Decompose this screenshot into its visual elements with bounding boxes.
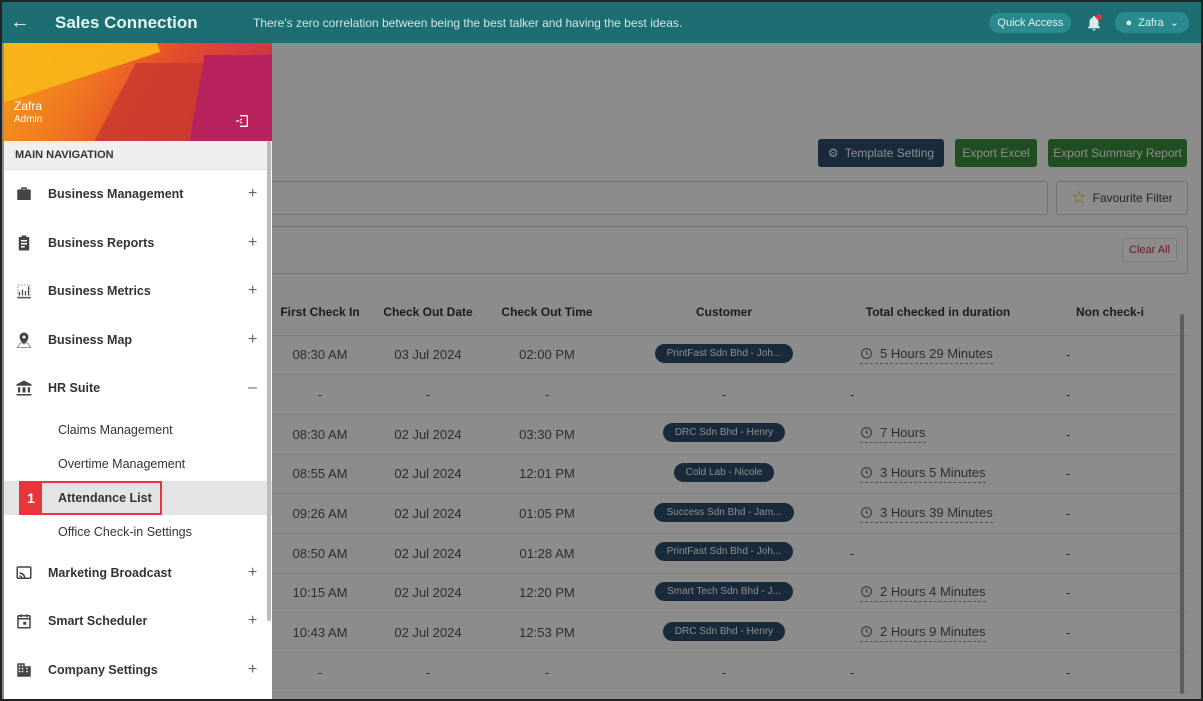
sidebar-item-label: Marketing Broadcast [48,565,172,580]
clipboard-icon [15,234,33,252]
profile-banner: Zafra Admin [4,43,272,141]
app-title: Sales Connection [55,12,198,32]
expand-icon[interactable]: + [248,185,257,203]
sidebar-item-hr-suite[interactable]: HR Suite – [4,364,272,413]
nav-section-header: MAIN NAVIGATION [4,141,272,170]
quick-access-button[interactable]: Quick Access [989,12,1072,33]
profile-name: Zafra [14,99,43,113]
user-menu-button[interactable]: ● Zafra ⌄ [1115,12,1189,33]
sidebar-item-label: Smart Scheduler [48,614,148,629]
profile-role: Admin [14,114,43,125]
briefcase-icon [15,185,33,203]
quote-text: There's zero correlation between being t… [253,15,683,30]
collapse-icon[interactable]: – [248,379,257,397]
expand-icon[interactable]: + [248,612,257,630]
sidebar-item-label: Business Map [48,332,133,347]
bank-icon [15,379,33,397]
sidebar-subitem-claims-management[interactable]: Claims Management [4,413,272,447]
expand-icon[interactable]: + [248,331,257,349]
map-pin-icon [15,331,33,349]
expand-icon[interactable]: + [248,661,257,679]
sidebar-item-business-map[interactable]: Business Map + [4,316,272,365]
notification-bell-icon[interactable] [1085,13,1103,32]
sidebar-item-business-reports[interactable]: Business Reports + [4,219,272,268]
highlight-outline [19,480,162,515]
back-arrow-icon[interactable]: ← [2,11,38,34]
sidebar-subitem-label: Office Check-in Settings [58,524,192,539]
sidebar-item-label: Business Management [48,187,184,202]
notification-dot [1096,13,1103,20]
sidebar-item-label: HR Suite [48,381,101,396]
sidebar-item-business-metrics[interactable]: Business Metrics + [4,267,272,316]
expand-icon[interactable]: + [248,564,257,582]
app-window: ← Sales Connection There's zero correlat… [0,0,1203,701]
sidebar-item-marketing-broadcast[interactable]: Marketing Broadcast + [4,549,272,598]
sidebar-item-business-management[interactable]: Business Management + [4,170,272,219]
top-bar: ← Sales Connection There's zero correlat… [2,2,1201,43]
broadcast-icon [15,564,33,582]
user-icon: ● [1125,16,1133,29]
sidebar-item-label: Company Settings [48,662,158,677]
sidebar-subitem-label: Overtime Management [58,456,186,471]
sidebar-subitem-label: Claims Management [58,422,173,437]
bar-chart-icon [15,282,33,300]
sidebar-item-smart-scheduler[interactable]: Smart Scheduler + [4,597,272,646]
sidebar-subitem-overtime-management[interactable]: Overtime Management [4,447,272,481]
sidebar-scrollbar[interactable] [267,141,271,621]
sidebar: Zafra Admin MAIN NAVIGATION Business Man… [4,43,272,699]
sidebar-item-label: Business Metrics [48,284,151,299]
sidebar-subitem-attendance-list[interactable]: 1 Attendance List [4,480,272,515]
sidebar-subitem-office-check-in-settings[interactable]: Office Check-in Settings [4,515,272,549]
chevron-down-icon: ⌄ [1169,17,1179,29]
sidebar-item-company-settings[interactable]: Company Settings + [4,646,272,695]
building-icon [15,661,33,679]
sidebar-item-label: Business Reports [48,235,155,250]
expand-icon[interactable]: + [248,282,257,300]
expand-icon[interactable]: + [248,234,257,252]
logout-icon[interactable] [234,113,250,129]
calendar-icon [15,612,33,630]
user-name: Zafra [1138,16,1164,29]
nav-list: Business Management + Business Reports +… [4,170,272,694]
